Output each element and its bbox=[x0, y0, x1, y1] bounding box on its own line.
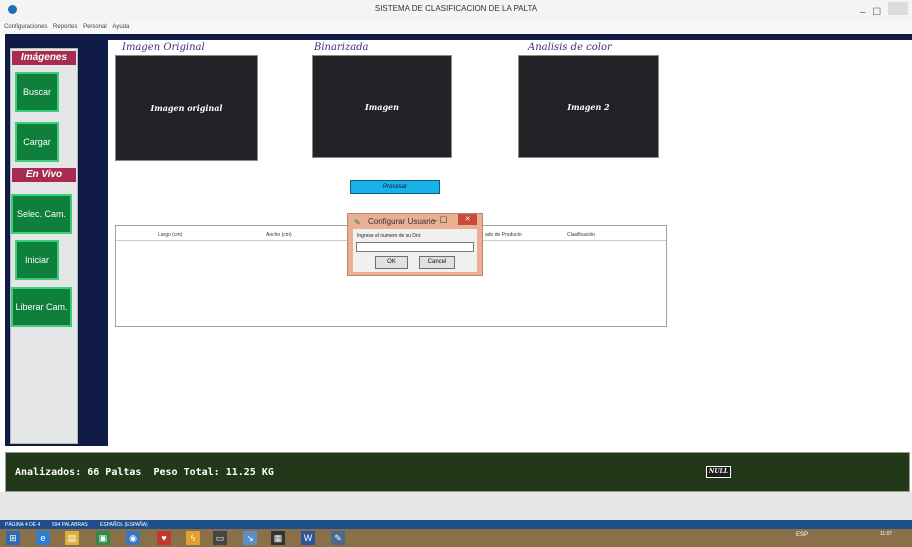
app-icon-blue[interactable]: ↘ bbox=[243, 531, 257, 545]
minimize-icon[interactable]: – bbox=[860, 7, 866, 18]
menu-bar: Configuraciones Reportes Personal Ayuda bbox=[0, 22, 912, 34]
menu-reportes[interactable]: Reportes bbox=[53, 24, 77, 30]
background-document-area bbox=[0, 492, 912, 520]
close-icon[interactable] bbox=[888, 2, 908, 15]
menu-configuraciones[interactable]: Configuraciones bbox=[4, 24, 47, 30]
store-icon[interactable]: ▣ bbox=[96, 531, 110, 545]
app-icon-red[interactable]: ♥ bbox=[157, 531, 171, 545]
word-status-bar: PÁGINA 4 DE 4 594 PALABRAS ESPAÑOL (ESPA… bbox=[0, 520, 912, 529]
dialog-close-icon[interactable]: ✕ bbox=[458, 214, 477, 225]
menu-personal[interactable]: Personal bbox=[83, 24, 107, 30]
feather-icon: ✎ bbox=[354, 218, 361, 227]
ok-button[interactable]: OK bbox=[375, 256, 408, 269]
dialog-minimize-icon[interactable]: – ☐ bbox=[432, 215, 448, 226]
status-summary: Analizados: 66 Paltas Peso Total: 11.25 … bbox=[15, 467, 274, 478]
start-icon[interactable]: ⊞ bbox=[6, 531, 20, 545]
terminal-icon[interactable]: ▭ bbox=[213, 531, 227, 545]
column-header-largo: Largo (cm) bbox=[158, 232, 183, 238]
maximize-icon[interactable]: ☐ bbox=[872, 7, 881, 18]
language-indicator: ESPAÑOL (ESPAÑA) bbox=[100, 522, 148, 528]
panel-title-original: Imagen Original bbox=[122, 42, 205, 53]
panel-title-color: Analisis de color bbox=[528, 42, 612, 53]
app-icon bbox=[8, 5, 17, 14]
iniciar-button[interactable]: Iniciar bbox=[15, 240, 59, 280]
word-count: 594 PALABRAS bbox=[52, 522, 88, 528]
app-icon-orange[interactable]: ϟ bbox=[186, 531, 200, 545]
dni-prompt: Ingrese el numero de su Dni: bbox=[357, 233, 422, 239]
column-header-ancho: Ancho (cm) bbox=[266, 232, 292, 238]
procesar-button[interactable]: Procesar bbox=[350, 180, 440, 194]
null-badge: NULL bbox=[706, 466, 731, 478]
binarized-image-panel: Imagen bbox=[312, 55, 452, 158]
title-bar: SISTEMA DE CLASIFICACION DE LA PALTA bbox=[0, 0, 912, 23]
section-header-imagenes: Imágenes bbox=[12, 51, 76, 65]
dialog-title: Configurar Usuario bbox=[368, 217, 436, 226]
color-analysis-panel: Imagen 2 bbox=[518, 55, 659, 158]
original-image-panel: Imagen original bbox=[115, 55, 258, 161]
column-header-clasificacion: Clasificación bbox=[567, 232, 596, 238]
chrome-icon[interactable]: ◉ bbox=[126, 531, 140, 545]
word-icon[interactable]: W bbox=[301, 531, 315, 545]
section-header-en-vivo: En Vivo bbox=[12, 168, 76, 182]
selec-cam-button[interactable]: Selec. Cam. bbox=[11, 194, 72, 234]
page-indicator: PÁGINA 4 DE 4 bbox=[5, 522, 41, 528]
menu-ayuda[interactable]: Ayuda bbox=[112, 24, 129, 30]
panel-title-binarizada: Binarizada bbox=[314, 42, 369, 53]
feather-app-icon[interactable]: ✎ bbox=[331, 531, 345, 545]
ie-icon[interactable]: e bbox=[36, 531, 50, 545]
clock[interactable]: 11:07 bbox=[880, 531, 892, 537]
buscar-button[interactable]: Buscar bbox=[15, 72, 59, 112]
system-tray[interactable]: ESP bbox=[796, 532, 808, 538]
dni-input[interactable] bbox=[356, 242, 474, 252]
java-app-icon[interactable]: ▦ bbox=[271, 531, 285, 545]
window-title: SISTEMA DE CLASIFICACION DE LA PALTA bbox=[374, 4, 538, 13]
folder-icon[interactable]: ▤ bbox=[65, 531, 79, 545]
liberar-cam-button[interactable]: Liberar Cam. bbox=[11, 287, 72, 327]
cancel-button[interactable]: Cancel bbox=[419, 256, 455, 269]
window-controls: – ☐ bbox=[856, 2, 908, 18]
cargar-button[interactable]: Cargar bbox=[15, 122, 59, 162]
column-header-estado: ado de Producto bbox=[485, 232, 522, 238]
taskbar: ⊞ e ▤ ▣ ◉ ♥ ϟ ▭ ↘ ▦ W ✎ bbox=[0, 529, 912, 547]
